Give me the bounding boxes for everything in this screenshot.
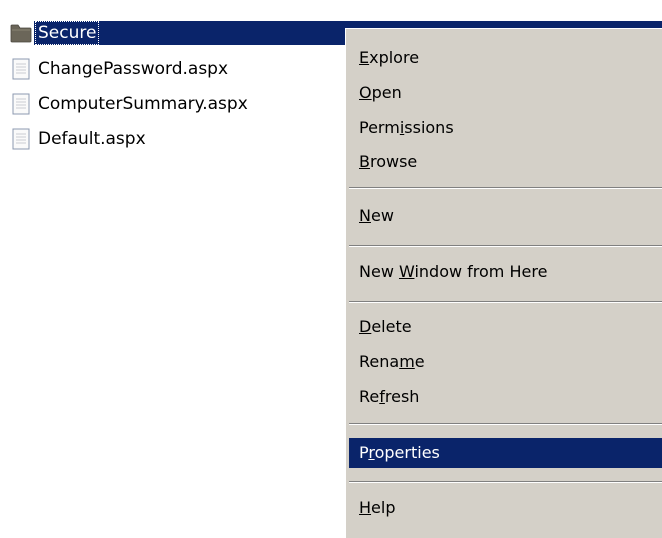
menu-item-new-window[interactable]: New Window from Here (349, 257, 662, 287)
menu-item-refresh[interactable]: Refresh (349, 382, 662, 412)
tree-item-label: ComputerSummary.aspx (38, 94, 248, 114)
tree-item-label: Secure (35, 21, 100, 45)
document-icon (12, 128, 30, 150)
document-icon (12, 58, 30, 80)
tree-item-label: ChangePassword.aspx (38, 59, 229, 79)
menu-separator (349, 187, 662, 189)
tree-item-secure[interactable]: Secure (10, 20, 100, 46)
menu-separator (349, 481, 662, 483)
menu-separator (349, 301, 662, 303)
context-menu: Explore Open Permissions Browse New New … (345, 28, 662, 538)
tree-item-label: Default.aspx (38, 129, 146, 149)
menu-item-browse[interactable]: Browse (349, 147, 662, 177)
menu-item-open[interactable]: Open (349, 78, 662, 108)
menu-item-help[interactable]: Help (349, 493, 662, 523)
tree-item-computersummary[interactable]: ComputerSummary.aspx (10, 91, 251, 117)
menu-item-properties[interactable]: Properties (349, 438, 662, 468)
menu-item-explore[interactable]: Explore (349, 43, 662, 73)
menu-item-delete[interactable]: Delete (349, 312, 662, 342)
menu-separator (349, 245, 662, 247)
tree-item-default[interactable]: Default.aspx (10, 126, 149, 152)
document-icon (12, 93, 30, 115)
menu-separator (349, 423, 662, 425)
menu-item-permissions[interactable]: Permissions (349, 113, 662, 143)
menu-item-rename[interactable]: Rename (349, 347, 662, 377)
folder-icon (10, 24, 32, 43)
menu-item-new[interactable]: New (349, 201, 662, 231)
tree-item-changepassword[interactable]: ChangePassword.aspx (10, 56, 231, 82)
